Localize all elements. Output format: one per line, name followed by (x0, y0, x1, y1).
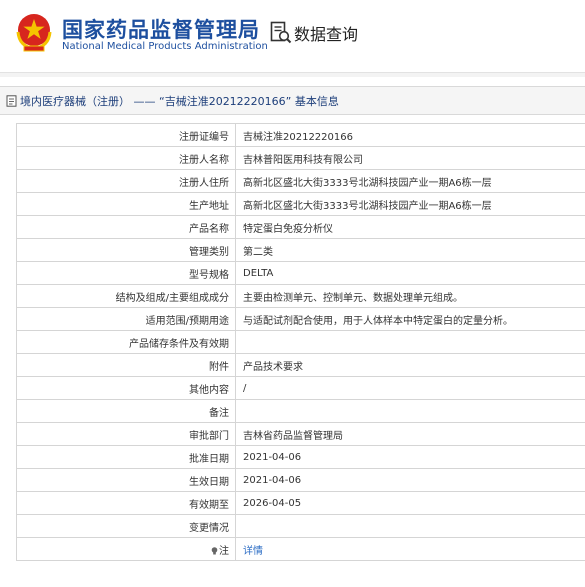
field-value: 特定蛋白免疫分析仪 (235, 215, 585, 239)
table-row: 生效日期 2021-04-06 (16, 468, 585, 492)
field-value: 高新北区盛北大街3333号北湖科技园产业一期A6栋一层 (235, 192, 585, 216)
field-label: 有效期至 (16, 491, 236, 515)
field-label: 审批部门 (16, 422, 236, 446)
field-value (235, 330, 585, 354)
table-row: 型号规格 DELTA (16, 261, 585, 285)
document-icon (6, 94, 17, 107)
table-row: 适用范围/预期用途 与适配试剂配合使用，用于人体样本中特定蛋白的定量分析。 (16, 307, 585, 331)
field-value (235, 399, 585, 423)
org-name-en: National Medical Products Administration (62, 41, 268, 52)
field-value: 吉械注准20212220166 (235, 123, 585, 147)
field-value: 主要由检测单元、控制单元、数据处理单元组成。 (235, 284, 585, 308)
site-header: 国家药品监督管理局 National Medical Products Admi… (0, 0, 585, 72)
org-name-cn: 国家药品监督管理局 (62, 18, 260, 42)
registration-info-table: 注册证编号 吉械注准20212220166 注册人名称 吉林普阳医用科技有限公司 注册人… (16, 123, 585, 561)
table-row: 审批部门 吉林省药品监督管理局 (16, 422, 585, 446)
field-label: 产品名称 (16, 215, 236, 239)
field-label: 注册证编号 (16, 123, 236, 147)
data-query-link[interactable]: 数据查询 (270, 20, 358, 46)
field-value: 高新北区盛北大街3333号北湖科技园产业一期A6栋一层 (235, 169, 585, 193)
table-row: 管理类别 第二类 (16, 238, 585, 262)
field-label: 备注 (16, 399, 236, 423)
field-label: 其他内容 (16, 376, 236, 400)
field-value: 产品技术要求 (235, 353, 585, 377)
table-row: 其他内容 / (16, 376, 585, 400)
table-row: 注册证编号 吉械注准20212220166 (16, 123, 585, 147)
field-label: 管理类别 (16, 238, 236, 262)
data-query-label: 数据查询 (294, 25, 359, 44)
header-divider (0, 72, 585, 77)
field-label: 附件 (16, 353, 236, 377)
table-row: 附件 产品技术要求 (16, 353, 585, 377)
breadcrumb: 境内医疗器械（注册） —— “吉械注准20212220166” 基本信息 (0, 86, 585, 115)
field-label: 注册人住所 (16, 169, 236, 193)
lightbulb-icon (211, 546, 218, 554)
field-label: 适用范围/预期用途 (16, 307, 236, 331)
field-label: 注册人名称 (16, 146, 236, 170)
table-row: 注册人住所 高新北区盛北大街3333号北湖科技园产业一期A6栋一层 (16, 169, 585, 193)
table-row: 批准日期 2021-04-06 (16, 445, 585, 469)
table-row: 注册人名称 吉林普阳医用科技有限公司 (16, 146, 585, 170)
table-row: 产品名称 特定蛋白免疫分析仪 (16, 215, 585, 239)
note-label: 注 (219, 545, 229, 557)
national-emblem-icon (16, 14, 52, 52)
table-row: 结构及组成/主要组成成分 主要由检测单元、控制单元、数据处理单元组成。 (16, 284, 585, 308)
field-value: 第二类 (235, 238, 585, 262)
field-label: 型号规格 (16, 261, 236, 285)
field-value: 与适配试剂配合使用，用于人体样本中特定蛋白的定量分析。 (235, 307, 585, 331)
search-document-icon (270, 21, 292, 44)
field-label: 变更情况 (16, 514, 236, 538)
table-row: 变更情况 (16, 514, 585, 538)
breadcrumb-text: 境内医疗器械（注册） —— “吉械注准20212220166” 基本信息 (20, 94, 339, 108)
field-value: 2026-04-05 (235, 491, 585, 515)
table-row: 备注 (16, 399, 585, 423)
details-link[interactable]: 详情 (243, 546, 263, 557)
field-label: 生产地址 (16, 192, 236, 216)
note-value-cell: 详情 (235, 537, 585, 561)
field-value: DELTA (235, 261, 585, 285)
table-row: 有效期至 2026-04-05 (16, 491, 585, 515)
field-label: 批准日期 (16, 445, 236, 469)
note-label-cell: 注 (16, 537, 236, 561)
field-value: 2021-04-06 (235, 468, 585, 492)
field-value: 吉林普阳医用科技有限公司 (235, 146, 585, 170)
table-row: 生产地址 高新北区盛北大街3333号北湖科技园产业一期A6栋一层 (16, 192, 585, 216)
table-row: 产品储存条件及有效期 (16, 330, 585, 354)
field-value: / (235, 376, 585, 400)
field-value (235, 514, 585, 538)
field-label: 生效日期 (16, 468, 236, 492)
note-row: 注 详情 (16, 537, 585, 561)
field-value: 2021-04-06 (235, 445, 585, 469)
field-value: 吉林省药品监督管理局 (235, 422, 585, 446)
field-label: 结构及组成/主要组成成分 (16, 284, 236, 308)
field-label: 产品储存条件及有效期 (16, 330, 236, 354)
